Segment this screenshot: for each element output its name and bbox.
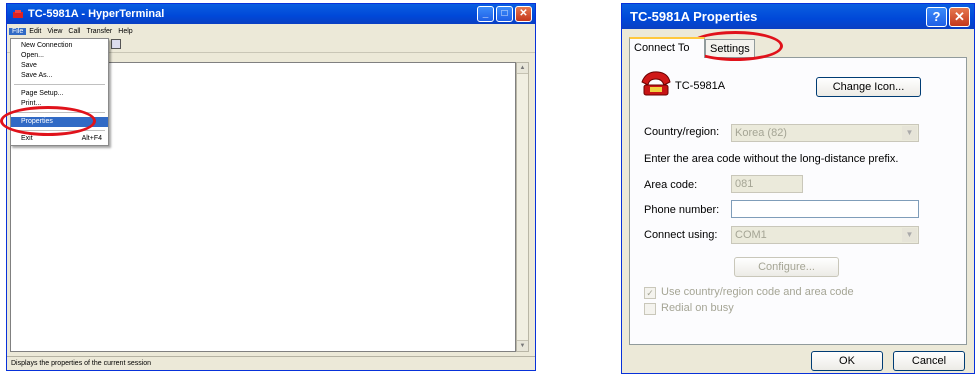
- area-code-field[interactable]: 081: [731, 175, 803, 193]
- phone-icon: [641, 71, 671, 96]
- minimize-button[interactable]: _: [477, 6, 494, 22]
- menu-item-new-connection[interactable]: New Connection: [11, 41, 108, 51]
- exit-label: Exit: [21, 135, 33, 142]
- scroll-up-arrow-icon[interactable]: ▲: [517, 63, 528, 74]
- connection-name: TC-5981A: [675, 80, 726, 92]
- dialog-title-bar: TC-5981A Properties ? ✕: [622, 4, 974, 29]
- maximize-button[interactable]: □: [496, 6, 513, 22]
- hyperterminal-app-icon: [13, 10, 23, 18]
- configure-button[interactable]: Configure...: [734, 257, 839, 277]
- menu-file[interactable]: File: [9, 27, 27, 35]
- menu-help[interactable]: Help: [115, 28, 135, 35]
- dialog-title: TC-5981A Properties: [630, 9, 758, 24]
- connect-using-select[interactable]: COM1 ▼: [731, 226, 919, 244]
- connect-using-value: COM1: [735, 229, 767, 241]
- menu-item-save-as[interactable]: Save As...: [11, 71, 108, 81]
- menu-view[interactable]: View: [44, 28, 65, 35]
- tab-connect-to[interactable]: Connect To: [629, 37, 705, 58]
- highlight-ring-properties: [0, 106, 96, 136]
- use-code-checkbox[interactable]: ✓: [644, 287, 656, 299]
- chevron-down-icon: ▼: [902, 228, 917, 242]
- menu-transfer[interactable]: Transfer: [83, 28, 115, 35]
- menu-edit[interactable]: Edit: [26, 28, 44, 35]
- scroll-down-arrow-icon[interactable]: ▼: [517, 340, 528, 351]
- menu-separator: [14, 84, 105, 85]
- status-bar: Displays the properties of the current s…: [7, 356, 535, 370]
- connect-using-label: Connect using:: [644, 229, 718, 241]
- country-region-select[interactable]: Korea (82) ▼: [731, 124, 919, 142]
- menu-item-page-setup[interactable]: Page Setup...: [11, 89, 108, 99]
- menu-call[interactable]: Call: [65, 28, 83, 35]
- properties-dialog: TC-5981A Properties ? ✕ Connect To Setti…: [621, 3, 975, 374]
- menu-bar: File Edit View Call Transfer Help: [7, 24, 535, 38]
- phone-number-field[interactable]: [731, 200, 919, 218]
- redial-label: Redial on busy: [661, 302, 734, 314]
- menu-item-save[interactable]: Save: [11, 61, 108, 71]
- area-code-hint: Enter the area code without the long-dis…: [644, 153, 899, 165]
- phone-number-label: Phone number:: [644, 204, 720, 216]
- dialog-close-button[interactable]: ✕: [949, 6, 970, 27]
- country-region-label: Country/region:: [644, 126, 720, 138]
- vertical-scrollbar[interactable]: ▲ ▼: [516, 62, 529, 352]
- connect-to-panel: TC-5981A Change Icon... Country/region: …: [629, 57, 967, 345]
- chevron-down-icon: ▼: [902, 126, 917, 140]
- change-icon-button[interactable]: Change Icon...: [816, 77, 921, 97]
- ok-button[interactable]: OK: [811, 351, 883, 371]
- menu-item-open[interactable]: Open...: [11, 51, 108, 61]
- properties-toolbar-icon[interactable]: [111, 39, 121, 49]
- redial-checkbox[interactable]: [644, 303, 656, 315]
- window-title: TC-5981A - HyperTerminal: [28, 8, 165, 20]
- help-button[interactable]: ?: [926, 6, 947, 27]
- country-region-value: Korea (82): [735, 127, 787, 139]
- cancel-button[interactable]: Cancel: [893, 351, 965, 371]
- area-code-label: Area code:: [644, 179, 698, 191]
- use-code-label: Use country/region code and area code: [661, 286, 854, 298]
- close-button[interactable]: ✕: [515, 6, 532, 22]
- title-bar: TC-5981A - HyperTerminal _ □ ✕: [7, 4, 535, 24]
- exit-shortcut: Alt+F4: [81, 135, 102, 142]
